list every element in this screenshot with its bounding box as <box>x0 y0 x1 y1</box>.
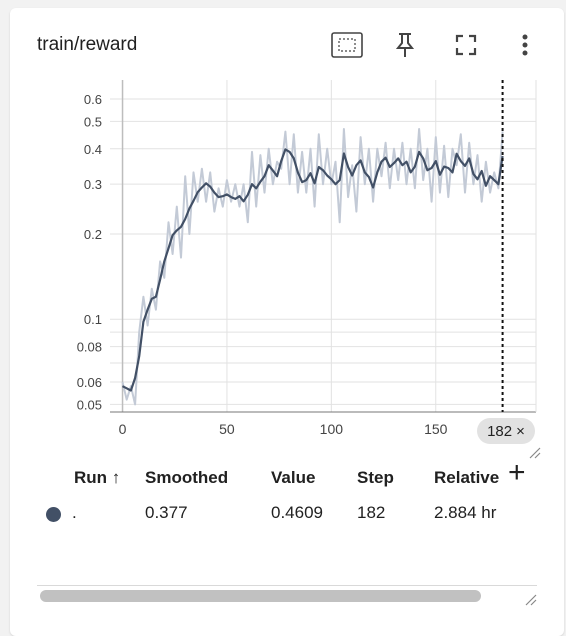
x-tick-label: 100 <box>320 421 344 437</box>
relative-time: 2.884 hr <box>434 503 497 522</box>
y-tick-label: 0.3 <box>84 177 102 192</box>
x-tick-label: 150 <box>424 421 448 437</box>
reward-line-chart[interactable]: 0.05 0.06 0.08 0.1 0.2 0.3 0.4 0.5 0.6 0 50 100 150 <box>10 8 564 458</box>
hover-step-chip[interactable]: 182 × <box>477 418 535 444</box>
horizontal-scrollbar[interactable] <box>40 590 481 602</box>
y-tick-label: 0.2 <box>84 227 102 242</box>
y-tick-label: 0.08 <box>77 340 102 355</box>
col-header-smoothed[interactable]: Smoothed <box>145 468 228 488</box>
scrollbar-track <box>37 585 537 586</box>
close-icon[interactable]: × <box>516 423 525 440</box>
run-color-swatch <box>46 507 61 522</box>
col-header-relative[interactable]: Relative <box>434 468 499 488</box>
col-header-value[interactable]: Value <box>271 468 315 488</box>
step-value: 182 <box>357 503 386 522</box>
resize-handle-icon[interactable] <box>527 445 541 459</box>
col-header-run[interactable]: Run ↑ <box>74 468 120 488</box>
run-name: . <box>72 503 77 522</box>
y-tick-label: 0.1 <box>84 312 102 327</box>
col-header-step[interactable]: Step <box>357 468 394 488</box>
hover-step-label: 182 <box>487 422 513 440</box>
add-column-button[interactable]: + <box>508 458 526 488</box>
raw-value: 0.4609 <box>271 503 323 522</box>
y-tick-label: 0.5 <box>84 114 102 129</box>
x-tick-label: 0 <box>119 421 127 437</box>
scalar-card: train/reward 0.05 0.06 0.08 0.1 0.2 0.3 0.4 0.5… <box>10 8 564 636</box>
smoothed-value: 0.377 <box>145 503 188 522</box>
x-tick-label: 50 <box>219 421 235 437</box>
y-tick-label: 0.06 <box>77 375 102 390</box>
y-tick-label: 0.6 <box>84 92 102 107</box>
y-tick-label: 0.4 <box>84 142 102 157</box>
table-resize-handle-icon[interactable] <box>523 592 537 606</box>
y-tick-label: 0.05 <box>77 397 102 412</box>
